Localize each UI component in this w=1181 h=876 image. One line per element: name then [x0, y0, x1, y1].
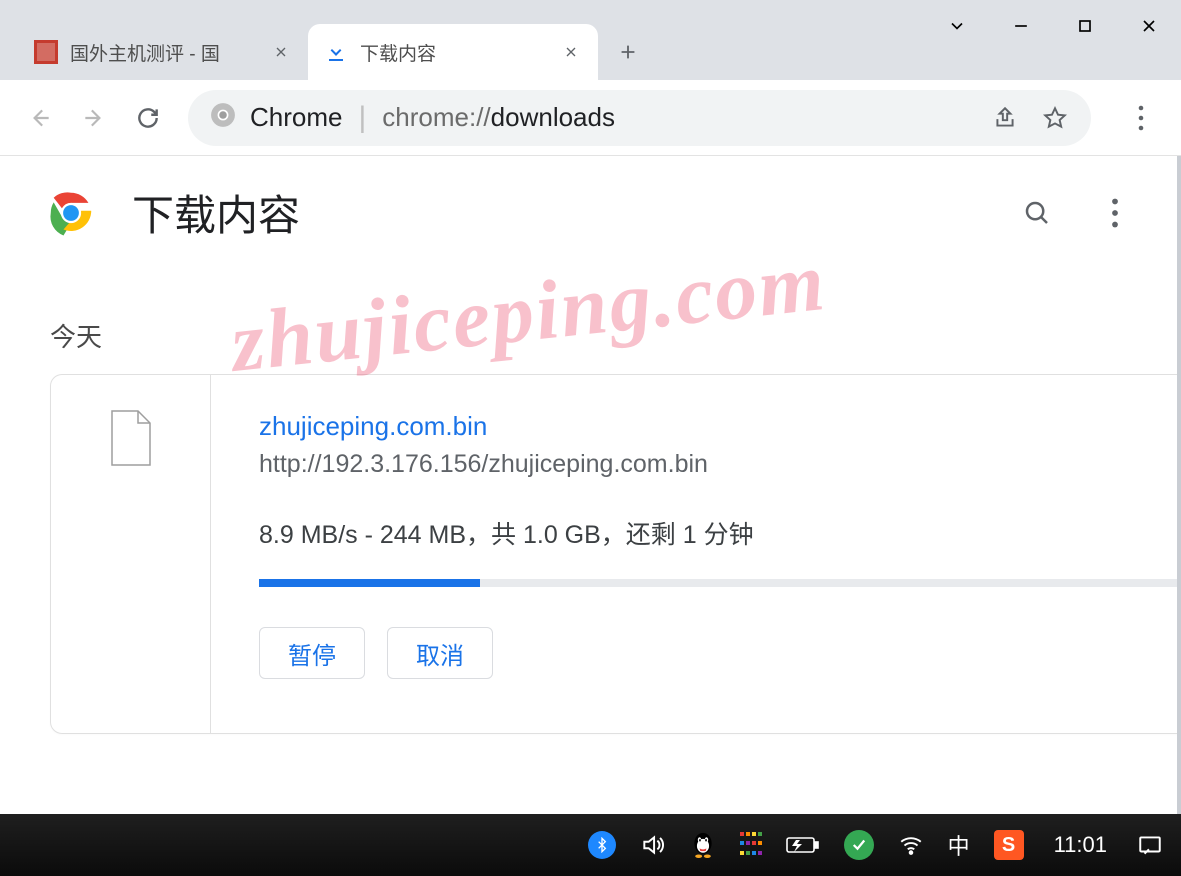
omnibox-url: chrome://downloads [382, 102, 615, 133]
reload-button[interactable] [126, 96, 170, 140]
cancel-button[interactable]: 取消 [387, 627, 493, 679]
tab-strip: 国外主机测评 - 国 下载内容 [18, 24, 652, 80]
close-window-button[interactable] [1117, 2, 1181, 50]
os-taskbar: 中 S 11:01 [0, 814, 1181, 876]
download-url: http://192.3.176.156/zhujiceping.com.bin [259, 450, 1181, 479]
downloads-page: 下载内容 zhujiceping.com 今天 zhujiceping.com.… [0, 156, 1181, 816]
minimize-button[interactable] [989, 2, 1053, 50]
scrollbar[interactable] [1177, 156, 1181, 814]
chrome-icon [210, 102, 236, 133]
ime-indicator[interactable]: 中 [948, 829, 970, 861]
section-label: 今天 [50, 317, 1181, 354]
qq-icon[interactable] [690, 832, 716, 858]
separator: | [358, 101, 366, 135]
download-actions: 暂停 取消 [259, 627, 1181, 679]
window-titlebar: 国外主机测评 - 国 下载内容 [0, 0, 1181, 80]
notifications-icon[interactable] [1137, 832, 1163, 858]
file-icon [108, 409, 154, 467]
new-tab-button[interactable] [604, 28, 652, 76]
progress-bar-fill [259, 579, 480, 587]
download-filename[interactable]: zhujiceping.com.bin [259, 411, 1181, 442]
progress-bar [259, 579, 1181, 587]
tab-item-1[interactable]: 下载内容 [308, 24, 598, 80]
close-icon[interactable] [558, 39, 584, 65]
download-status: 8.9 MB/s - 244 MB，共 1.0 GB，还剩 1 分钟 [259, 515, 1181, 551]
chevron-down-icon[interactable] [925, 2, 989, 50]
address-bar[interactable]: Chrome | chrome://downloads [188, 90, 1091, 146]
browser-toolbar: Chrome | chrome://downloads [0, 80, 1181, 156]
browser-menu-button[interactable] [1119, 96, 1163, 140]
close-icon[interactable] [268, 39, 294, 65]
file-icon-area [51, 375, 211, 733]
tab-title: 国外主机测评 - 国 [70, 39, 256, 66]
battery-icon[interactable] [786, 834, 820, 856]
page-title: 下载内容 [132, 182, 300, 243]
status-ok-icon[interactable] [844, 830, 874, 860]
forward-button[interactable] [72, 96, 116, 140]
wifi-icon[interactable] [898, 832, 924, 858]
more-icon[interactable] [1093, 191, 1137, 235]
download-card: zhujiceping.com.bin http://192.3.176.156… [50, 374, 1181, 734]
app-icon[interactable] [740, 832, 762, 858]
chrome-logo-icon [44, 186, 98, 240]
favicon-icon [34, 40, 58, 64]
bluetooth-icon[interactable] [588, 831, 616, 859]
tab-item-0[interactable]: 国外主机测评 - 国 [18, 24, 308, 80]
sogou-ime-icon[interactable]: S [994, 830, 1024, 860]
window-controls [925, 0, 1181, 52]
omnibox-prefix: Chrome [250, 102, 342, 133]
back-button[interactable] [18, 96, 62, 140]
download-icon [324, 40, 348, 64]
volume-icon[interactable] [640, 832, 666, 858]
pause-button[interactable]: 暂停 [259, 627, 365, 679]
tab-title: 下载内容 [360, 39, 546, 66]
page-header: 下载内容 [0, 156, 1181, 269]
taskbar-clock[interactable]: 11:01 [1054, 832, 1107, 858]
share-icon[interactable] [991, 104, 1019, 132]
maximize-button[interactable] [1053, 2, 1117, 50]
search-icon[interactable] [1015, 191, 1059, 235]
download-details: zhujiceping.com.bin http://192.3.176.156… [211, 375, 1181, 733]
star-icon[interactable] [1041, 104, 1069, 132]
